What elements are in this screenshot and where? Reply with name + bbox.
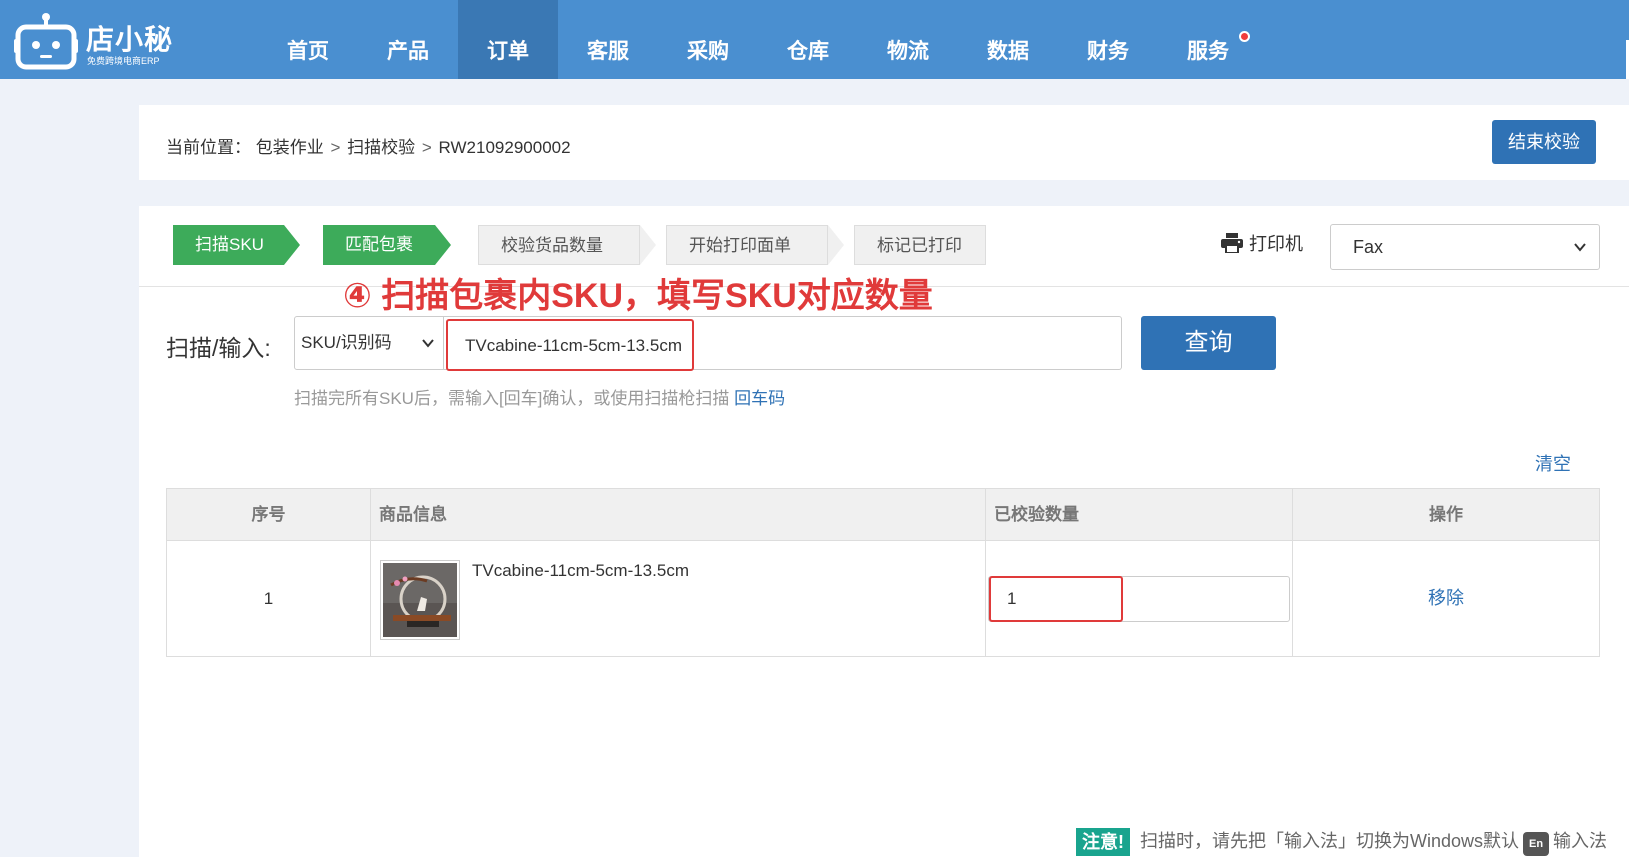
chevron-down-icon: [1574, 243, 1586, 252]
brand-name: 店小秘: [86, 24, 174, 55]
breadcrumb-panel: 当前位置： 包装作业 > 扫描校验 > RW21092900002 结束校验: [139, 105, 1629, 180]
scan-check-panel: 扫描SKU 匹配包裹 校验货品数量 开始打印面单 标记已打印 打印机 Fax ④…: [139, 206, 1629, 857]
checked-qty-input[interactable]: 1: [988, 576, 1290, 622]
en-ime-icon: En: [1523, 832, 1550, 856]
printer-icon: [1221, 233, 1243, 253]
nav-services-label: 服务: [1187, 40, 1229, 63]
nav-logistics[interactable]: 物流: [858, 0, 958, 79]
table-row: 1 TVcabine-11cm-5cm-13.5cm 1 移除: [167, 541, 1599, 656]
nav-products[interactable]: 产品: [358, 0, 458, 79]
remove-link[interactable]: 移除: [1293, 541, 1599, 656]
notice-text-before: 扫描时，请先把「输入法」切换为Windows默认: [1140, 831, 1520, 851]
enter-code-link[interactable]: 回车码: [734, 389, 785, 408]
product-cell: TVcabine-11cm-5cm-13.5cm: [371, 541, 986, 656]
checked-items-table: 序号 商品信息 已校验数量 操作 1 TVcabine-11cm-5cm-13.…: [166, 488, 1600, 657]
scan-input[interactable]: TVcabine-11cm-5cm-13.5cm: [442, 316, 1122, 371]
step-arrow: [284, 225, 300, 265]
step-mark-printed: 标记已打印: [854, 225, 986, 265]
robot-logo-icon: [14, 13, 78, 70]
step-print-label: 开始打印面单: [666, 225, 828, 265]
scan-input-label: 扫描/输入:: [166, 335, 271, 361]
product-name: TVcabine-11cm-5cm-13.5cm: [472, 561, 689, 580]
product-image: [383, 563, 457, 637]
top-navigation-bar: 店小秘 免费跨境电商ERP 首页 产品 订单 客服 采购 仓库 物流 数据 财务…: [0, 0, 1629, 79]
nav-purchase[interactable]: 采购: [658, 0, 758, 79]
end-check-button[interactable]: 结束校验: [1492, 120, 1596, 164]
instruction-annotation: ④ 扫描包裹内SKU，填写SKU对应数量: [343, 277, 933, 315]
step-check-quantity: 校验货品数量: [478, 225, 640, 265]
scan-type-value: SKU/识别码: [301, 333, 392, 352]
notice-text-after: 输入法: [1553, 831, 1608, 851]
main-nav: 首页 产品 订单 客服 采购 仓库 物流 数据 财务 服务: [258, 0, 1258, 79]
scan-hint: 扫描完所有SKU后，需输入[回车]确认，或使用扫描枪扫描 回车码: [294, 384, 785, 409]
step-arrow: [435, 225, 451, 265]
app-logo[interactable]: 店小秘 免费跨境电商ERP: [14, 8, 184, 70]
notice-tag: 注意!: [1076, 827, 1130, 856]
printer-select-value: Fax: [1353, 237, 1384, 257]
nav-services[interactable]: 服务: [1158, 0, 1258, 79]
header-checked-qty: 已校验数量: [986, 489, 1293, 540]
step-scan-sku: 扫描SKU: [173, 225, 284, 265]
scan-input-value: TVcabine-11cm-5cm-13.5cm: [446, 319, 694, 371]
breadcrumb-item-order-id: RW21092900002: [438, 138, 571, 157]
nav-warehouse[interactable]: 仓库: [758, 0, 858, 79]
scan-hint-text: 扫描完所有SKU后，需输入[回车]确认，或使用扫描枪扫描: [294, 389, 730, 408]
notification-dot: [1239, 31, 1250, 42]
chevron-down-icon: [422, 339, 434, 348]
ime-notice: 注意! 扫描时，请先把「输入法」切换为Windows默认 En 输入法: [1076, 827, 1607, 856]
nav-finance[interactable]: 财务: [1058, 0, 1158, 79]
nav-customer-service[interactable]: 客服: [558, 0, 658, 79]
printer-label: 打印机: [1249, 234, 1303, 254]
breadcrumb-separator: >: [421, 138, 432, 157]
step-arrow: [828, 225, 844, 265]
checked-qty-value: 1: [989, 576, 1123, 622]
breadcrumb-item-packing[interactable]: 包装作业: [256, 138, 324, 157]
nav-home[interactable]: 首页: [258, 0, 358, 79]
header-index: 序号: [167, 489, 371, 540]
step-arrow: [640, 225, 656, 265]
breadcrumb-item-scan-check[interactable]: 扫描校验: [347, 138, 415, 157]
row-index: 1: [167, 541, 371, 656]
scan-type-select[interactable]: SKU/识别码: [294, 316, 444, 370]
query-button[interactable]: 查询: [1141, 316, 1276, 370]
breadcrumb-separator: >: [330, 138, 341, 157]
clear-link[interactable]: 清空: [1535, 450, 1571, 476]
breadcrumb: 当前位置： 包装作业 > 扫描校验 > RW21092900002: [166, 133, 571, 158]
nav-data[interactable]: 数据: [958, 0, 1058, 79]
header-product-info: 商品信息: [371, 489, 986, 540]
notice-text: 扫描时，请先把「输入法」切换为Windows默认 En 输入法: [1140, 827, 1607, 856]
brand-slogan: 免费跨境电商ERP: [87, 56, 160, 66]
printer-select[interactable]: Fax: [1330, 224, 1600, 270]
header-actions: 操作: [1429, 505, 1463, 524]
table-header: 序号 商品信息 已校验数量 操作: [167, 489, 1599, 541]
step-match-package: 匹配包裹: [323, 225, 435, 265]
nav-orders[interactable]: 订单: [458, 0, 558, 79]
product-thumbnail[interactable]: [380, 560, 460, 640]
checked-qty-cell: 1: [986, 541, 1293, 656]
breadcrumb-prefix: 当前位置：: [166, 138, 251, 157]
printer-label-group: 打印机: [1221, 230, 1303, 256]
